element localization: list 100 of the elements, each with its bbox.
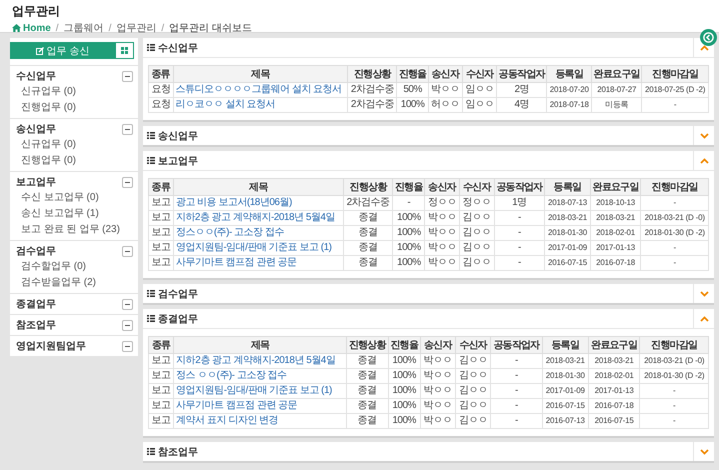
- table-cell: 2017-01-09: [542, 384, 588, 398]
- table-cell: 2018-03-21: [542, 354, 588, 368]
- sidebar-item[interactable]: 검수받을업무 (2): [16, 274, 96, 290]
- group-title[interactable]: 송신업무: [16, 122, 56, 136]
- sidebar-item[interactable]: 진행업무 (0): [16, 99, 76, 115]
- panel-title: 검수업무: [158, 288, 198, 300]
- group-title[interactable]: 참조업무: [16, 318, 56, 332]
- table-cell: 요청: [148, 82, 174, 98]
- task-link[interactable]: 영업지원팀-임대/판매 기준표 보고 (1): [174, 384, 346, 398]
- table-cell: 보고: [148, 226, 174, 240]
- sidebar-item[interactable]: 신규업무 (0): [16, 136, 76, 152]
- panel-title: 보고업무: [158, 154, 198, 168]
- table-cell: 박ㅇㅇ: [424, 240, 460, 256]
- table-cell: 박ㅇㅇ: [428, 82, 462, 98]
- collapse-button[interactable]: [122, 246, 133, 256]
- task-link[interactable]: 사무기마트 캠프점 관련 공문: [174, 398, 346, 414]
- sidebar-item[interactable]: 신규업무 (0): [16, 83, 76, 99]
- panel-title: 종결업무: [158, 312, 198, 326]
- sidebar-item[interactable]: 진행업무 (0): [16, 152, 76, 168]
- home-link[interactable]: Home: [12, 22, 51, 34]
- panel-title: 수신업무: [158, 42, 198, 54]
- minus-icon: [125, 128, 130, 130]
- column-header: 종류: [148, 178, 174, 196]
- caret-icon[interactable]: [700, 158, 708, 164]
- caret-icon[interactable]: [700, 316, 708, 322]
- table-cell: 2018-07-27: [592, 82, 642, 98]
- task-link[interactable]: 사무기마트 캠프점 관련 공문: [173, 256, 344, 270]
- sidebar-item[interactable]: 보고 완료 된 업무 (23): [16, 221, 120, 237]
- list-icon: [147, 290, 155, 297]
- table-cell: 100%: [388, 414, 420, 428]
- task-link[interactable]: 계약서 표지 디자인 변경: [174, 414, 346, 428]
- table-cell: 보고: [148, 414, 174, 428]
- list-icon: [147, 157, 155, 164]
- column-header: 제목: [174, 336, 346, 354]
- table-cell: 2018-10-13: [590, 196, 641, 210]
- breadcrumb-item[interactable]: 업무관리: [116, 21, 156, 35]
- table-cell: 김ㅇㅇ: [455, 414, 491, 428]
- collapse-button[interactable]: [122, 176, 133, 188]
- table-cell: 2018-02-01: [588, 368, 640, 384]
- column-header: 진행율: [396, 66, 428, 82]
- group-title[interactable]: 수신업무: [16, 69, 56, 83]
- caret-icon[interactable]: [700, 132, 708, 138]
- group-title[interactable]: 보고업무: [16, 175, 56, 189]
- table-cell: 종결: [346, 368, 388, 384]
- table-cell: 보고: [148, 354, 174, 368]
- table-cell: -: [640, 256, 708, 270]
- caret-icon[interactable]: [700, 290, 708, 296]
- grid-button[interactable]: [115, 42, 134, 59]
- sidebar-item[interactable]: 검수할업무 (0): [16, 258, 86, 274]
- group-title[interactable]: 검수업무: [16, 244, 56, 258]
- caret-icon[interactable]: [700, 448, 708, 454]
- task-link[interactable]: 리ㅇ코ㅇㅇ 설치 요청서: [173, 98, 348, 112]
- edit-icon: [36, 46, 44, 54]
- table-cell: 종결: [346, 384, 388, 398]
- column-header: 진행율: [388, 336, 420, 354]
- task-link[interactable]: 영업지원팀-임대/판매 기준표 보고 (1): [173, 240, 344, 256]
- collapse-button[interactable]: [122, 298, 133, 310]
- table-cell: 박ㅇㅇ: [424, 210, 460, 226]
- sidebar-item[interactable]: 송신 보고업무 (1): [16, 205, 99, 221]
- task-link[interactable]: 광고 비용 보고서(18년06월): [173, 196, 344, 210]
- table-cell: 2018-07-25 (D -2): [642, 82, 708, 98]
- table-cell: 100%: [396, 98, 428, 112]
- table-cell: 박ㅇㅇ: [424, 256, 460, 270]
- caret-icon[interactable]: [700, 44, 708, 50]
- table-cell: -: [494, 256, 545, 270]
- collapse-button[interactable]: [122, 124, 133, 134]
- table-cell: -: [392, 196, 425, 210]
- task-link[interactable]: 지하2층 광고 계약해지-2018년 5월4일: [173, 210, 344, 226]
- table-cell: 2차검수중: [348, 82, 397, 98]
- table-cell: 50%: [396, 82, 428, 98]
- collapse-button[interactable]: [122, 340, 133, 352]
- group-title[interactable]: 영업지원팀업무: [16, 339, 86, 353]
- panel-title: 참조업무: [158, 446, 198, 458]
- table-cell: 박ㅇㅇ: [420, 384, 456, 398]
- collapse-button[interactable]: [122, 70, 133, 82]
- task-link[interactable]: 스튜디오ㅇㅇㅇㅇ그룹웨어 설치 요청서: [173, 82, 348, 98]
- table-cell: 종결: [343, 226, 393, 240]
- table-cell: -: [490, 414, 542, 428]
- table-cell: 박ㅇㅇ: [420, 398, 456, 414]
- table-cell: -: [490, 398, 542, 414]
- task-link[interactable]: 지하2층 광고 계약해지-2018년 5월4일: [174, 354, 346, 368]
- table-cell: 보고: [148, 368, 174, 384]
- task-link[interactable]: 정스 ㅇㅇ(주)- 고소장 접수: [174, 368, 346, 384]
- table-cell: -: [640, 240, 708, 256]
- task-link[interactable]: 정스ㅇㅇ(주)- 고소장 접수: [173, 226, 344, 240]
- list-icon: [147, 448, 155, 455]
- table-cell: 종결: [343, 210, 393, 226]
- breadcrumb-item[interactable]: 그룹웨어: [64, 21, 104, 35]
- table-cell: 종결: [343, 240, 393, 256]
- table-cell: 김ㅇㅇ: [455, 354, 491, 368]
- list-icon: [147, 44, 155, 51]
- group-title[interactable]: 종결업무: [16, 297, 56, 311]
- column-header: 공동작업자: [494, 178, 545, 196]
- table-cell: 100%: [388, 354, 420, 368]
- sidebar-item[interactable]: 수신 보고업무 (0): [16, 189, 99, 205]
- table-cell: 100%: [392, 256, 425, 270]
- table-cell: 박ㅇㅇ: [420, 368, 456, 384]
- collapse-button[interactable]: [122, 320, 133, 330]
- table-cell: 2018-01-30: [544, 226, 590, 240]
- column-header: 완료요구일: [588, 336, 640, 354]
